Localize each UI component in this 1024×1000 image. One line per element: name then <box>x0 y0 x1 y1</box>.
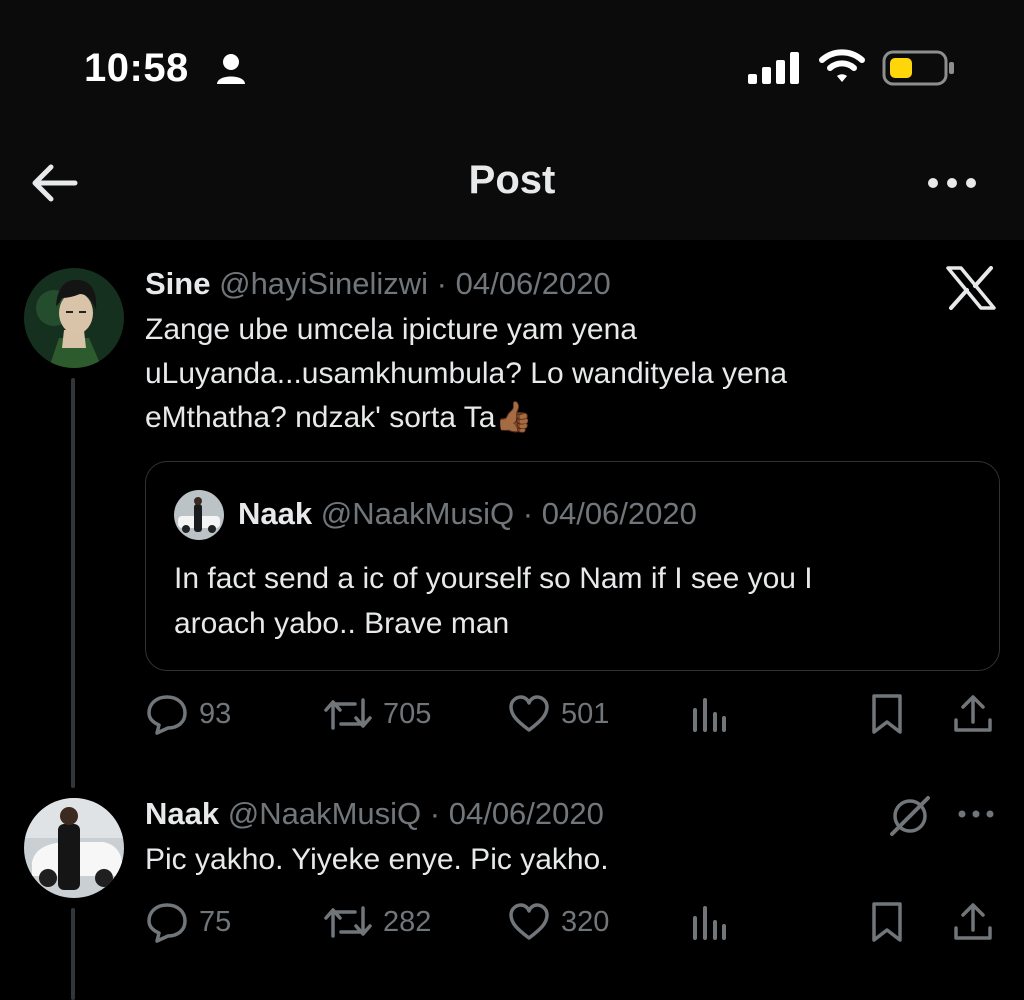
quote-date: 04/06/2020 <box>541 496 697 531</box>
separator-dot: · <box>429 796 441 831</box>
more-horizontal-icon[interactable] <box>956 806 996 822</box>
share-icon <box>954 695 992 732</box>
person-icon <box>217 54 245 84</box>
avatar-image <box>24 268 124 368</box>
reply-author-name[interactable]: Naak <box>145 796 219 831</box>
status-bar: 10:58 <box>0 0 1024 130</box>
reply-count: 75 <box>199 905 232 938</box>
reply-author-line: Naak @NaakMusiQ · 04/06/2020 <box>145 796 604 832</box>
reply-avatar-image <box>24 798 124 898</box>
more-horizontal-icon <box>928 178 976 188</box>
heart-icon <box>509 695 549 732</box>
author-handle[interactable]: @hayiSinelizwi <box>219 266 428 301</box>
like-count: 320 <box>561 905 610 938</box>
reply-avatar[interactable] <box>24 798 124 898</box>
author-name[interactable]: Sine <box>145 266 210 301</box>
like-button[interactable]: 501 <box>507 689 609 739</box>
reply-count: 93 <box>199 697 232 730</box>
thread-line <box>71 908 75 1000</box>
quote-author-line: Naak @NaakMusiQ · 04/06/2020 <box>238 496 697 532</box>
repost-count: 282 <box>383 905 432 938</box>
reply-icon <box>147 695 187 735</box>
reply-button[interactable]: 75 <box>145 897 231 947</box>
share-button[interactable] <box>951 897 995 947</box>
thumbs-up-emoji: 👍🏾 <box>495 401 533 434</box>
repost-button[interactable]: 705 <box>323 689 431 739</box>
battery-icon <box>882 50 954 86</box>
repost-icon <box>324 698 372 730</box>
post-text-line: uLuyanda...usamkhumbula? Lo wandityela y… <box>145 357 788 390</box>
reply-button[interactable]: 93 <box>145 689 231 739</box>
post-text: Zange ube umcela ipicture yam yena uLuya… <box>145 308 945 440</box>
quote-text-line: In fact send a ic of yourself so Nam if … <box>174 562 813 595</box>
reply-author-handle[interactable]: @NaakMusiQ <box>228 796 421 831</box>
status-time: 10:58 <box>84 46 189 90</box>
post-text-line: Zange ube umcela ipicture yam yena <box>145 313 637 346</box>
analytics-icon <box>693 698 726 732</box>
cellular-signal-icon <box>748 52 799 84</box>
bookmark-button[interactable] <box>867 897 907 947</box>
post-header: Post <box>0 130 1024 240</box>
quote-avatar <box>174 490 224 540</box>
post-thread: Sine @hayiSinelizwi · 04/06/2020 Zange u… <box>0 240 1024 1000</box>
thread-line <box>71 378 75 788</box>
more-options-button[interactable] <box>922 168 982 198</box>
separator-dot: · <box>522 496 534 531</box>
grok-icon[interactable] <box>886 792 934 840</box>
bookmark-icon <box>872 694 902 734</box>
views-button[interactable] <box>689 897 729 947</box>
repost-button[interactable]: 282 <box>323 897 431 947</box>
page-title: Post <box>468 158 556 202</box>
quoted-post[interactable]: Naak @NaakMusiQ · 04/06/2020 In fact sen… <box>145 461 1000 671</box>
quote-text: In fact send a ic of yourself so Nam if … <box>174 556 964 646</box>
views-button[interactable] <box>689 689 729 739</box>
share-icon <box>954 903 992 940</box>
like-button[interactable]: 320 <box>507 897 609 947</box>
like-count: 501 <box>561 697 610 730</box>
post-date[interactable]: 04/06/2020 <box>456 266 611 301</box>
analytics-icon <box>693 906 726 940</box>
post-author-line: Sine @hayiSinelizwi · 04/06/2020 <box>145 266 611 302</box>
reply-date[interactable]: 04/06/2020 <box>449 796 604 831</box>
reply-text: Pic yakho. Yiyeke enye. Pic yakho. <box>145 843 609 876</box>
bookmark-icon <box>872 902 902 942</box>
heart-icon <box>509 903 549 940</box>
separator-dot: · <box>436 266 447 301</box>
wifi-icon <box>819 49 865 82</box>
avatar[interactable] <box>24 268 124 368</box>
x-logo-icon <box>946 266 996 310</box>
post-text-line: eMthatha? ndzak' sorta Ta👍🏾 <box>145 396 945 440</box>
quote-author-name: Naak <box>238 496 313 531</box>
post-text-line-3: eMthatha? ndzak' sorta Ta <box>145 401 496 434</box>
quote-author-handle: @NaakMusiQ <box>320 496 515 531</box>
post-actions: 93 705 501 <box>145 689 1000 739</box>
share-button[interactable] <box>951 689 995 739</box>
repost-icon <box>324 906 372 938</box>
repost-count: 705 <box>383 697 432 730</box>
reply-icon <box>147 903 187 943</box>
quote-text-line: aroach yabo.. Brave man <box>174 607 510 640</box>
bookmark-button[interactable] <box>867 689 907 739</box>
reply-actions: 75 282 320 <box>145 897 1000 947</box>
